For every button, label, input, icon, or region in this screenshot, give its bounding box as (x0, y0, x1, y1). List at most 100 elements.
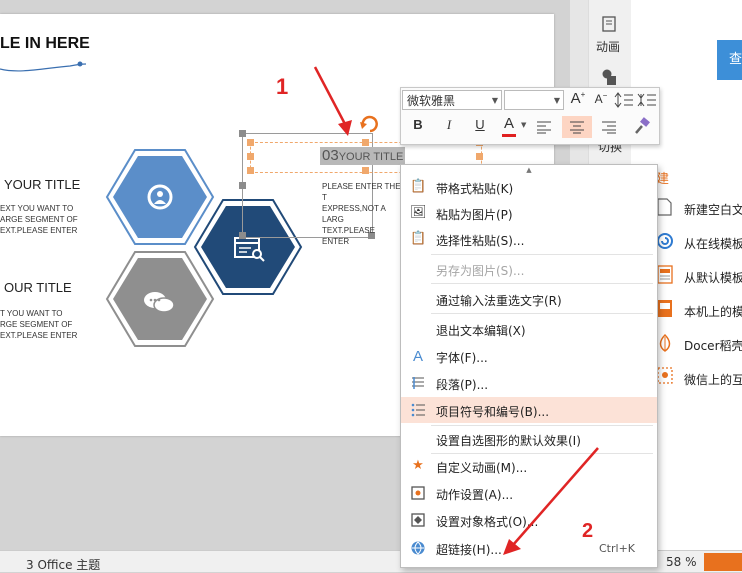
annotation-arrow-1 (313, 66, 352, 136)
align-center-button[interactable] (562, 116, 592, 138)
menu-item-label: 粘贴为图片(P) (436, 208, 513, 222)
font-color-bar (502, 134, 516, 137)
left-block-title-1[interactable]: YOUR TITLE (4, 177, 80, 192)
menu-item-font[interactable]: A 字体(F)... (401, 343, 657, 369)
menu-separator (431, 254, 653, 255)
text-box-handle[interactable] (476, 153, 483, 160)
line-spacing-increase-icon[interactable] (614, 91, 634, 109)
chevron-down-icon: ▼ (491, 96, 498, 105)
font-size-select[interactable]: ▼ (504, 90, 564, 110)
font-color-label: A (503, 115, 514, 132)
bold-button[interactable]: B (407, 117, 429, 137)
format-painter-icon[interactable] (632, 117, 652, 137)
bullets-icon (410, 402, 426, 418)
chat-bubbles-icon (144, 292, 175, 313)
menu-item-paste-as-image[interactable]: 🖼 粘贴为图片(P) (401, 200, 657, 226)
annotation-number-1: 1 (276, 74, 289, 99)
shrink-font-button[interactable]: A− (590, 91, 612, 111)
left-block-body-1[interactable]: EXT YOU WANT TO ARGE SEGMENT OF EXT.PLEA… (0, 203, 80, 236)
font-name-value: 微软雅黑 (407, 94, 456, 108)
align-right-icon[interactable] (600, 119, 618, 135)
selected-title-text[interactable]: 03YOUR TITLE (320, 147, 406, 165)
panel-item-docer[interactable]: Docer稻壳 (684, 337, 742, 354)
line-spacing-decrease-icon[interactable] (637, 91, 657, 109)
italic-button[interactable]: I (438, 117, 460, 137)
annotation-number-2: 2 (582, 520, 594, 542)
menu-item-paste-special[interactable]: 📋 选择性粘贴(S)... (401, 226, 657, 252)
shapes-icon[interactable] (600, 68, 618, 86)
grow-font-label: A (570, 90, 581, 107)
paste-format-icon: 📋 (410, 179, 427, 194)
menu-item-label: 超链接(H)... (436, 543, 502, 557)
panel-item-online-template[interactable]: 从在线模板 (684, 235, 742, 252)
menu-item-save-as-image: 另存为图片(S)... (401, 256, 657, 282)
text-box-handle[interactable] (247, 153, 254, 160)
menu-item-label: 退出文本编辑(X) (436, 324, 526, 338)
title-underline-decoration (0, 61, 87, 72)
menu-item-label: 带格式粘贴(K) (436, 182, 514, 196)
text-box-handle[interactable] (247, 167, 254, 174)
resize-handle[interactable] (239, 182, 246, 189)
panel-item-local-template[interactable]: 本机上的模 (684, 303, 742, 320)
star-animation-icon: ★ (412, 458, 424, 473)
people-network-icon (147, 184, 173, 210)
wechat-template-icon (657, 367, 673, 384)
text-box-handle[interactable] (362, 167, 369, 174)
animation-icon (602, 16, 616, 32)
search-button[interactable]: 查 (717, 40, 742, 80)
menu-item-label: 项目符号和编号(B)... (436, 405, 550, 419)
paste-image-icon: 🖼 (410, 205, 427, 220)
menu-item-bullets-numbering[interactable]: 项目符号和编号(B)... (401, 397, 657, 423)
menu-item-reconvert-ime[interactable]: 通过输入法重选文字(R) (401, 286, 657, 312)
slide-body-text[interactable]: PLEASE ENTER THE T EXPRESS,NOT A LARG TE… (322, 181, 404, 247)
shrink-font-label: A (594, 92, 603, 106)
text-box-handle[interactable] (362, 139, 369, 146)
format-object-icon (410, 512, 426, 528)
menu-item-paragraph[interactable]: 段落(P)... (401, 370, 657, 396)
menu-item-label: 通过输入法重选文字(R) (436, 294, 562, 308)
menu-item-label: 字体(F)... (436, 351, 488, 365)
online-template-icon (657, 233, 673, 249)
menu-item-exit-text-edit[interactable]: 退出文本编辑(X) (401, 316, 657, 342)
panel-item-default-template[interactable]: 从默认模板 (684, 269, 742, 286)
default-template-icon (657, 265, 673, 284)
font-color-dropdown-icon[interactable]: ▼ (521, 121, 526, 129)
menu-item-paste-with-format[interactable]: 📋 带格式粘贴(K) (401, 174, 657, 200)
title-number: 03 (322, 147, 339, 164)
menu-item-label: 另存为图片(S)... (436, 264, 525, 278)
slide-title[interactable]: LE IN HERE (0, 35, 90, 53)
grow-font-button[interactable]: A+ (567, 90, 589, 110)
menu-separator (431, 283, 653, 284)
title-text: YOUR TITLE (338, 151, 404, 163)
rotate-handle-icon[interactable] (358, 112, 380, 136)
zoom-fit-button[interactable] (704, 553, 742, 571)
browser-search-icon (234, 237, 265, 262)
local-template-icon (658, 300, 672, 317)
blank-doc-icon (657, 198, 672, 216)
align-center-icon (570, 121, 584, 134)
panel-item-new-blank[interactable]: 新建空白文 (684, 201, 742, 218)
underline-button[interactable]: U (469, 117, 491, 137)
action-icon (410, 485, 426, 501)
status-zoom[interactable]: 58 % (666, 555, 697, 569)
text-box-handle[interactable] (247, 139, 254, 146)
paragraph-icon (410, 375, 426, 391)
left-block-body-2[interactable]: T YOU WANT TO RGE SEGMENT OF EXT.PLEASE … (0, 308, 80, 341)
menu-item-label: 选择性粘贴(S)... (436, 234, 525, 248)
resize-handle[interactable] (239, 232, 246, 239)
chevron-down-icon: ▼ (553, 96, 560, 105)
menu-separator (431, 313, 653, 314)
font-icon: A (412, 348, 423, 365)
align-left-icon[interactable] (535, 119, 553, 135)
resize-handle[interactable] (239, 130, 246, 137)
docer-shell-icon (659, 333, 671, 352)
tool-animation-label[interactable]: 动画 (596, 38, 620, 55)
status-theme: 3 Office 主题 (26, 558, 101, 572)
left-block-title-2[interactable]: OUR TITLE (4, 280, 72, 295)
panel-item-wechat-template[interactable]: 微信上的互 (684, 371, 742, 388)
font-name-select[interactable]: 微软雅黑 ▼ (402, 90, 502, 110)
hyperlink-icon (410, 540, 426, 556)
font-color-button[interactable]: A (498, 115, 520, 137)
menu-item-label: 段落(P)... (436, 378, 489, 392)
paste-special-icon: 📋 (410, 231, 427, 246)
